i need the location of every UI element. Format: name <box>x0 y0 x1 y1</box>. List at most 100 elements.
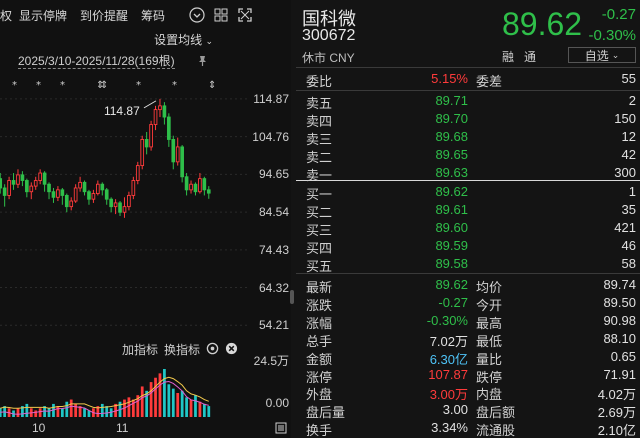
bid-row[interactable]: 买三 89.60 421 <box>296 219 640 238</box>
stat-row: 盘后量 3.00 盘后额 2.69万 <box>296 401 640 420</box>
volume-bar <box>83 408 86 417</box>
level-label: 买五 <box>306 259 333 274</box>
event-marker[interactable]: ⇕ <box>100 80 108 91</box>
candle[interactable] <box>51 187 56 203</box>
bid-row[interactable]: 买二 89.61 35 <box>296 201 640 220</box>
kline-panel[interactable]: 权 显示停牌 到价提醒 筹码 设置均线 ⌄ 2025/3/10-2025/11/… <box>0 0 294 438</box>
event-marker[interactable]: * <box>172 80 177 91</box>
candle[interactable] <box>7 176 11 200</box>
moving-average-settings[interactable]: 设置均线 ⌄ <box>154 31 213 48</box>
candle[interactable] <box>202 176 207 196</box>
candle[interactable] <box>11 173 16 190</box>
volume-bar <box>158 373 162 417</box>
candle[interactable] <box>38 169 42 185</box>
candle[interactable] <box>180 145 184 183</box>
quote-header: 国科微 300672 休市 CNY 89.62 -0.27 -0.30% 融 通… <box>296 0 640 65</box>
candle[interactable] <box>162 102 167 125</box>
high-arrow <box>143 100 157 109</box>
connect-tag[interactable]: 通 <box>524 48 536 65</box>
event-marker[interactable]: ⇕ <box>208 80 216 91</box>
ask-row[interactable]: 卖四 89.70 150 <box>296 110 640 129</box>
bid-row[interactable]: 买一 89.62 1 <box>296 183 640 202</box>
ask-row[interactable]: 卖二 89.65 42 <box>296 146 640 165</box>
candle[interactable] <box>0 173 3 194</box>
level-price: 89.68 <box>435 129 468 144</box>
expand-icon[interactable] <box>236 6 254 24</box>
candle[interactable] <box>109 197 113 213</box>
candle[interactable] <box>118 201 122 216</box>
volume-bar <box>25 403 29 417</box>
bid-row[interactable]: 买四 89.59 46 <box>296 237 640 256</box>
event-marker[interactable]: * <box>136 80 141 91</box>
candle[interactable] <box>82 180 87 196</box>
margin-tag[interactable]: 融 <box>502 48 514 65</box>
chart-toolbar: 权 显示停牌 到价提醒 筹码 <box>0 0 291 30</box>
candle[interactable] <box>47 182 51 200</box>
candle[interactable] <box>153 105 158 131</box>
price-alert-button[interactable]: 到价提醒 <box>80 7 135 24</box>
chips-button[interactable]: 筹码 <box>141 7 172 24</box>
candle[interactable] <box>167 113 171 147</box>
candle[interactable] <box>158 98 162 118</box>
candle[interactable] <box>175 137 180 166</box>
candle[interactable] <box>198 173 202 194</box>
event-marker[interactable]: * <box>60 80 65 91</box>
candle[interactable] <box>42 171 47 192</box>
ask-row[interactable]: 卖五 89.71 2 <box>296 92 640 111</box>
grid-icon[interactable] <box>212 6 230 24</box>
event-marker[interactable]: * <box>36 80 41 91</box>
bid-row[interactable]: 买五 89.58 58 <box>296 255 640 274</box>
candle[interactable] <box>87 189 91 205</box>
candle[interactable] <box>20 171 25 187</box>
candle[interactable] <box>69 197 74 211</box>
candle[interactable] <box>60 187 65 205</box>
candle[interactable] <box>33 176 38 190</box>
candle[interactable] <box>16 169 20 188</box>
candle[interactable] <box>131 176 136 200</box>
ask-row[interactable]: 卖三 89.68 12 <box>296 128 640 147</box>
candle[interactable] <box>96 180 100 196</box>
y-tick: 94.65 <box>258 167 289 182</box>
stat-label: 流通股 <box>476 423 516 438</box>
candle[interactable] <box>91 189 96 203</box>
candle[interactable] <box>78 176 82 192</box>
candle[interactable] <box>122 197 127 218</box>
volume-bar <box>149 382 153 417</box>
volume-bar <box>100 403 104 417</box>
stat-value: 3.34% <box>431 420 468 436</box>
pin-icon[interactable] <box>196 54 208 72</box>
candle[interactable] <box>56 186 60 202</box>
candle[interactable] <box>144 131 149 155</box>
candle[interactable] <box>206 186 211 199</box>
candle[interactable] <box>2 184 7 207</box>
candle[interactable] <box>64 193 69 213</box>
candle[interactable] <box>73 184 78 203</box>
candle[interactable] <box>193 182 198 196</box>
volume-bar <box>56 406 60 417</box>
candle[interactable] <box>184 173 189 196</box>
scrollbar[interactable] <box>290 290 294 304</box>
volume-chart[interactable] <box>0 355 291 420</box>
candle[interactable] <box>171 135 176 170</box>
candle[interactable] <box>104 187 109 205</box>
volume-bar <box>140 386 144 417</box>
indicator-menu-icon[interactable] <box>275 422 287 437</box>
circle-chevron-down-icon[interactable] <box>188 6 206 24</box>
ask-row[interactable]: 卖一 89.63 300 <box>296 164 640 183</box>
candle[interactable] <box>127 191 131 211</box>
event-marker[interactable]: * <box>12 80 17 91</box>
candle[interactable] <box>100 182 105 196</box>
level-volume: 300 <box>614 165 636 180</box>
candle[interactable] <box>189 180 193 194</box>
candle[interactable] <box>140 135 145 170</box>
show-suspension-toggle[interactable]: 显示停牌 <box>19 7 74 24</box>
candle[interactable] <box>149 120 153 151</box>
rights-toggle[interactable]: 权 <box>0 7 19 24</box>
watchlist-button[interactable]: 自选 ⌄ <box>568 47 636 63</box>
candle[interactable] <box>29 182 34 200</box>
date-range[interactable]: 2025/3/10-2025/11/28(169根) <box>18 52 175 69</box>
candle[interactable] <box>25 178 29 198</box>
stock-code: 300672 <box>302 27 356 44</box>
candle[interactable] <box>135 161 140 185</box>
candlestick-chart[interactable]: * * * ⇕⇕ * * ⇕114.87 <box>0 76 291 341</box>
